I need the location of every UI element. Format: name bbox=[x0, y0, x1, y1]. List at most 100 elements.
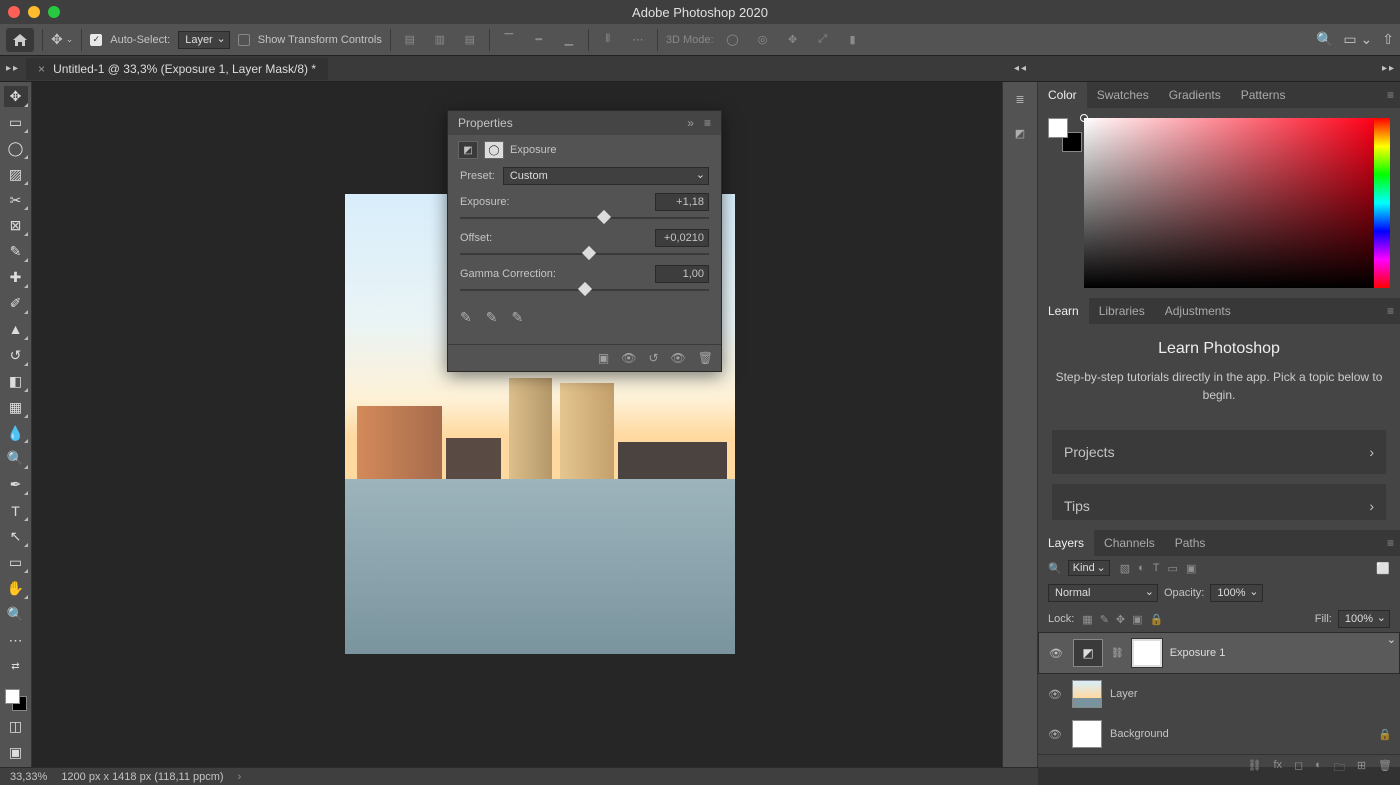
tab-patterns[interactable]: Patterns bbox=[1231, 82, 1296, 108]
close-tab-icon[interactable]: × bbox=[38, 62, 45, 76]
align-middle-icon[interactable]: ━ bbox=[528, 29, 550, 51]
move-tool-indicator[interactable]: ✥⌄ bbox=[51, 31, 73, 48]
screen-mode-icon[interactable]: ▣ bbox=[4, 742, 28, 763]
pen-tool[interactable]: ✒ bbox=[4, 474, 28, 495]
add-mask-icon[interactable]: ◻ bbox=[1294, 759, 1303, 778]
tab-layers[interactable]: Layers bbox=[1038, 530, 1094, 556]
panel-menu-icon[interactable]: ≡ bbox=[1387, 304, 1394, 318]
share-icon[interactable]: ⇧ bbox=[1382, 31, 1394, 48]
lock-position-icon[interactable]: ✥ bbox=[1116, 613, 1125, 626]
panel-menu-icon[interactable]: ≡ bbox=[1387, 88, 1394, 102]
properties-tab[interactable]: Properties bbox=[458, 116, 513, 130]
align-right-icon[interactable]: ▤ bbox=[459, 29, 481, 51]
visibility-icon[interactable]: 👁 bbox=[1046, 728, 1064, 741]
auto-select-checkbox[interactable] bbox=[90, 34, 102, 46]
search-icon[interactable]: 🔍 bbox=[1316, 31, 1333, 48]
home-button[interactable] bbox=[6, 28, 34, 52]
learn-tips-button[interactable]: Tips › bbox=[1052, 484, 1386, 520]
status-more-icon[interactable]: › bbox=[238, 771, 242, 783]
collapse-tools-icon[interactable]: ▸▸ bbox=[0, 63, 26, 74]
lock-all-icon[interactable]: 🔒 bbox=[1150, 613, 1164, 626]
new-adjustment-icon[interactable]: ◐ bbox=[1315, 759, 1322, 778]
document-dimensions[interactable]: 1200 px x 1418 px (118,11 ppcm) bbox=[61, 771, 223, 783]
color-picker-field[interactable] bbox=[1084, 118, 1374, 288]
tab-adjustments[interactable]: Adjustments bbox=[1155, 298, 1241, 324]
frame-tool[interactable]: ⊠ bbox=[4, 215, 28, 236]
tab-color[interactable]: Color bbox=[1038, 82, 1087, 108]
visibility-icon[interactable]: 👁 bbox=[1047, 647, 1065, 660]
hand-tool[interactable]: ✋ bbox=[4, 578, 28, 599]
shape-tool[interactable]: ▭ bbox=[4, 552, 28, 573]
exposure-slider[interactable] bbox=[460, 215, 709, 221]
visibility-icon[interactable]: 👁 bbox=[1046, 688, 1064, 701]
tab-swatches[interactable]: Swatches bbox=[1087, 82, 1159, 108]
eyedropper-gray-icon[interactable]: ✎ bbox=[486, 309, 498, 326]
gradient-tool[interactable]: ▦ bbox=[4, 397, 28, 418]
layer-name[interactable]: Background bbox=[1110, 728, 1169, 740]
layer-row[interactable]: 👁 ◩ ⛓ Exposure 1 bbox=[1038, 632, 1400, 674]
color-swap-icon[interactable]: ⇄ bbox=[4, 656, 28, 677]
delete-adjustment-icon[interactable]: 🗑 bbox=[698, 351, 713, 365]
eyedropper-white-icon[interactable]: ✎ bbox=[511, 309, 523, 326]
fill-value[interactable]: 100% bbox=[1338, 610, 1390, 628]
blur-tool[interactable]: 💧 bbox=[4, 423, 28, 444]
offset-value[interactable]: +0,0210 bbox=[655, 229, 709, 247]
type-tool[interactable]: T bbox=[4, 500, 28, 521]
quick-mask-icon[interactable]: ◫ bbox=[4, 716, 28, 737]
mask-icon[interactable]: ◯ bbox=[484, 141, 504, 159]
show-transform-checkbox[interactable] bbox=[238, 34, 250, 46]
history-panel-icon[interactable]: ≣ bbox=[1009, 88, 1031, 110]
hue-slider[interactable] bbox=[1374, 118, 1390, 288]
align-center-h-icon[interactable]: ▥ bbox=[429, 29, 451, 51]
auto-select-target[interactable]: Layer bbox=[178, 31, 230, 49]
eyedropper-tool[interactable]: ✎ bbox=[4, 241, 28, 262]
maximize-icon[interactable] bbox=[48, 6, 60, 18]
eraser-tool[interactable]: ◧ bbox=[4, 371, 28, 392]
toggle-visibility-icon[interactable]: 👁 bbox=[671, 351, 686, 365]
exposure-value[interactable]: +1,18 bbox=[655, 193, 709, 211]
collapse-panel-icon[interactable]: » bbox=[687, 116, 694, 130]
properties-panel-icon[interactable]: ◩ bbox=[1009, 122, 1031, 144]
delete-layer-icon[interactable]: 🗑 bbox=[1378, 759, 1392, 778]
tab-channels[interactable]: Channels bbox=[1094, 530, 1165, 556]
brush-tool[interactable]: ✐ bbox=[4, 293, 28, 314]
collapse-right-icon[interactable]: ▸▸ bbox=[1382, 63, 1396, 74]
filter-shape-icon[interactable]: ▭ bbox=[1168, 562, 1178, 575]
gamma-slider[interactable] bbox=[460, 287, 709, 293]
dodge-tool[interactable]: 🔍 bbox=[4, 448, 28, 469]
quick-select-tool[interactable]: ▨ bbox=[4, 164, 28, 185]
layer-name[interactable]: Exposure 1 bbox=[1170, 647, 1226, 659]
link-layers-icon[interactable]: ⛓ bbox=[1247, 759, 1261, 778]
filter-pixel-icon[interactable]: ▧ bbox=[1120, 562, 1130, 575]
align-top-icon[interactable]: ▔ bbox=[498, 29, 520, 51]
workspace-switcher[interactable]: ▭ ⌄ bbox=[1343, 31, 1372, 48]
gamma-value[interactable]: 1,00 bbox=[655, 265, 709, 283]
crop-tool[interactable]: ✂ bbox=[4, 190, 28, 211]
path-select-tool[interactable]: ↖ bbox=[4, 526, 28, 547]
lock-transparency-icon[interactable]: ▦ bbox=[1082, 613, 1092, 626]
layer-row[interactable]: 👁 Background 🔒 bbox=[1038, 714, 1400, 754]
preset-select[interactable]: Custom bbox=[503, 167, 709, 185]
healing-tool[interactable]: ✚ bbox=[4, 267, 28, 288]
align-bottom-icon[interactable]: ▁ bbox=[558, 29, 580, 51]
opacity-value[interactable]: 100% bbox=[1210, 584, 1262, 602]
new-layer-icon[interactable]: ⊞ bbox=[1357, 759, 1366, 778]
filter-toggle-icon[interactable]: ⬜ bbox=[1376, 562, 1390, 575]
more-align-icon[interactable]: ⋯ bbox=[627, 29, 649, 51]
color-fg-bg-swatch[interactable] bbox=[1048, 118, 1076, 146]
canvas-area[interactable]: Properties »≡ ◩ ◯ Exposure Preset: Custo… bbox=[32, 82, 1002, 767]
adjustment-thumb[interactable]: ◩ bbox=[1073, 639, 1103, 667]
history-brush-tool[interactable]: ↺ bbox=[4, 345, 28, 366]
move-tool[interactable]: ✥ bbox=[4, 86, 28, 107]
clip-to-layer-icon[interactable]: ▣ bbox=[598, 351, 609, 365]
marquee-tool[interactable]: ▭ bbox=[4, 112, 28, 133]
filter-smart-icon[interactable]: ▣ bbox=[1186, 562, 1196, 575]
eyedropper-black-icon[interactable]: ✎ bbox=[460, 309, 472, 326]
distribute-icon[interactable]: ⫴ bbox=[597, 29, 619, 51]
edit-toolbar[interactable]: ⋯ bbox=[4, 630, 28, 651]
layer-fx-icon[interactable]: fx bbox=[1273, 759, 1282, 778]
tab-learn[interactable]: Learn bbox=[1038, 298, 1089, 324]
lock-artboard-icon[interactable]: ▣ bbox=[1132, 613, 1142, 626]
blend-mode-select[interactable]: Normal bbox=[1048, 584, 1158, 602]
panel-menu-icon[interactable]: ≡ bbox=[704, 116, 711, 130]
